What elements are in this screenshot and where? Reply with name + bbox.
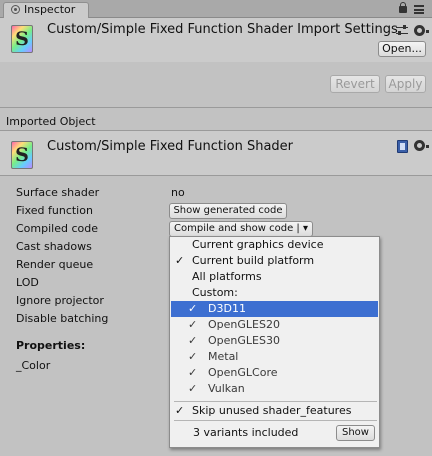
lock-icon[interactable]	[399, 2, 407, 13]
menu-item-current-build-platform[interactable]: ✓ Current build platform	[171, 253, 378, 269]
compile-options-menu: Current graphics device ✓ Current build …	[169, 236, 380, 448]
inspector-icon	[11, 5, 20, 14]
checkmark-icon: ✓	[175, 254, 185, 267]
menu-item-platform-metal[interactable]: ✓ Metal	[171, 349, 378, 365]
tab-inspector[interactable]: Inspector	[3, 2, 89, 18]
prop-render-queue: Render queue	[16, 258, 94, 271]
divider	[0, 107, 432, 108]
menu-item-platform-openglcore[interactable]: ✓ OpenGLCore	[171, 365, 378, 381]
menu-item-skip-unused-shader-features[interactable]: ✓ Skip unused shader_features	[171, 403, 378, 419]
checkmark-icon: ✓	[175, 404, 185, 417]
menu-item-current-graphics-device[interactable]: Current graphics device	[171, 237, 378, 253]
prop-cast-shadows: Cast shadows	[16, 240, 92, 253]
checkmark-icon: ✓	[188, 302, 198, 315]
importer-title: Custom/Simple Fixed Function Shader Impo…	[47, 22, 398, 37]
menu-separator	[174, 420, 377, 421]
variants-count: 3 variants included	[193, 426, 299, 439]
apply-button[interactable]: Apply	[385, 75, 426, 93]
shader-asset-icon: S	[11, 141, 33, 169]
prop-ignore-projector: Ignore projector	[16, 294, 104, 307]
menu-item-custom[interactable]: Custom:	[171, 285, 378, 301]
menu-item-all-platforms[interactable]: All platforms	[171, 269, 378, 285]
tab-label: Inspector	[24, 3, 76, 16]
tab-menu-icon[interactable]	[414, 5, 424, 14]
shader-file-icon: S	[11, 25, 33, 53]
prop-disable-batching: Disable batching	[16, 312, 109, 325]
checkmark-icon: ✓	[188, 382, 198, 395]
divider	[0, 175, 432, 176]
checkmark-icon: ✓	[188, 318, 198, 331]
properties-heading: Properties:	[16, 339, 86, 352]
prop-surface-shader: Surface shader	[16, 186, 100, 199]
menu-item-platform-opengles30[interactable]: ✓ OpenGLES30	[171, 333, 378, 349]
prop-lod: LOD	[16, 276, 39, 289]
imported-object-label: Imported Object	[6, 115, 96, 128]
show-variants-button[interactable]: Show	[336, 425, 375, 441]
revert-button[interactable]: Revert	[330, 75, 380, 93]
property-color: _Color	[16, 359, 51, 372]
menu-separator	[174, 401, 377, 402]
checkmark-icon: ✓	[188, 366, 198, 379]
checkmark-icon: ✓	[188, 334, 198, 347]
compile-and-show-code-button[interactable]: Compile and show code | ▾	[169, 221, 313, 237]
preset-icon[interactable]	[396, 25, 408, 36]
show-generated-code-button[interactable]: Show generated code	[169, 203, 287, 219]
open-button[interactable]: Open...	[378, 41, 426, 57]
surface-shader-value: no	[171, 186, 185, 199]
gear-icon[interactable]	[414, 140, 429, 151]
menu-item-platform-d3d11[interactable]: ✓ D3D11	[171, 301, 378, 317]
checkmark-icon: ✓	[188, 350, 198, 363]
imported-title: Custom/Simple Fixed Function Shader	[47, 139, 294, 154]
gear-icon[interactable]	[414, 25, 429, 36]
prop-compiled-code: Compiled code	[16, 222, 98, 235]
menu-item-platform-vulkan[interactable]: ✓ Vulkan	[171, 381, 378, 397]
help-book-icon[interactable]	[397, 140, 408, 153]
prop-fixed-function: Fixed function	[16, 204, 93, 217]
menu-item-platform-opengles20[interactable]: ✓ OpenGLES20	[171, 317, 378, 333]
